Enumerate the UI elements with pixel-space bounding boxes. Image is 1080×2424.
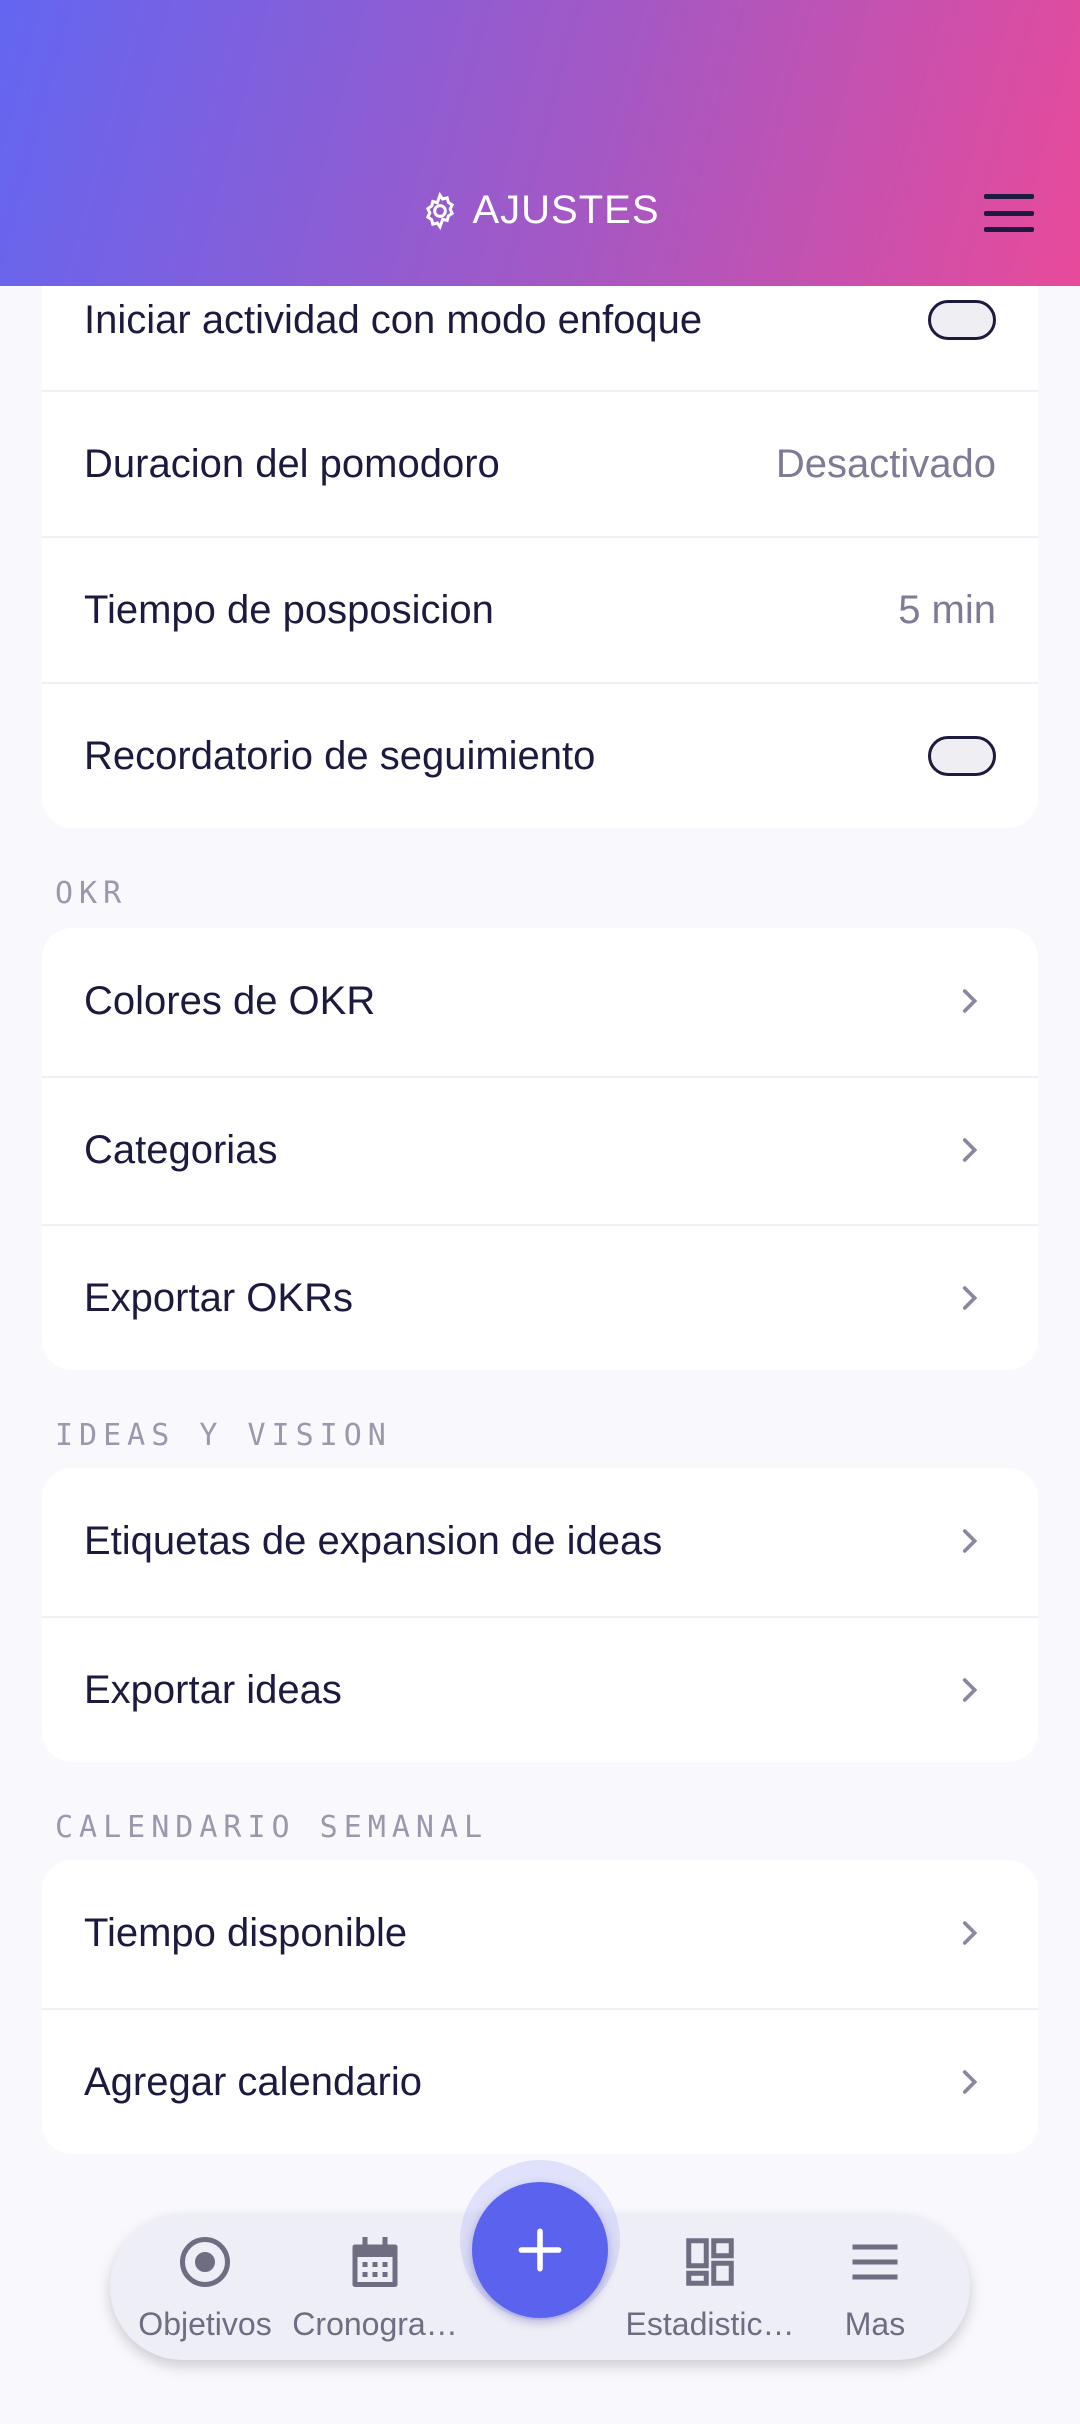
- followup-reminder-label: Recordatorio de seguimiento: [84, 733, 596, 778]
- focus-settings-list: Iniciar actividad con modo enfoque Durac…: [42, 250, 1038, 828]
- categories-label: Categorias: [84, 1127, 278, 1172]
- add-fab-button[interactable]: [472, 2182, 608, 2318]
- nav-item-objetivos[interactable]: Objetivos: [120, 2214, 290, 2360]
- page-title-text: AJUSTES: [472, 188, 660, 232]
- nav-item-mas[interactable]: Mas: [790, 2214, 960, 2360]
- gear-icon: [426, 191, 455, 230]
- followup-reminder-toggle[interactable]: [928, 736, 996, 776]
- plus-icon: [518, 2228, 562, 2272]
- target-icon: [180, 2237, 230, 2287]
- section-title-okr: OKR: [55, 876, 128, 911]
- nav-label-mas: Mas: [844, 2306, 906, 2342]
- ideas-settings-card: Etiquetas de expansion de ideas Exportar…: [42, 1468, 1038, 1762]
- chevron-right-icon: [962, 1138, 978, 1162]
- available-time-label: Tiempo disponible: [84, 1910, 408, 1955]
- calendar-settings-card: Tiempo disponible Agregar calendario: [42, 1860, 1038, 2154]
- okr-colors-label: Colores de OKR: [84, 978, 376, 1023]
- add-calendar-label: Agregar calendario: [84, 2059, 422, 2104]
- menu-icon: [852, 2244, 898, 2280]
- export-ideas-label: Exportar ideas: [84, 1667, 342, 1712]
- idea-tags-row[interactable]: Etiquetas de expansion de ideas: [42, 1468, 1038, 1614]
- section-title-ideas: IDEAS Y VISION: [55, 1418, 392, 1453]
- chevron-right-icon: [962, 2070, 978, 2094]
- export-okrs-label: Exportar OKRs: [84, 1275, 353, 1320]
- chevron-right-icon: [962, 1286, 978, 1310]
- snooze-time-label: Tiempo de posposicion: [84, 587, 494, 632]
- nav-item-cronograma[interactable]: Cronogra…: [290, 2214, 460, 2360]
- snooze-time-value: 5 min: [898, 587, 996, 632]
- app-header: AJUSTES: [0, 0, 1080, 286]
- export-ideas-row[interactable]: Exportar ideas: [42, 1616, 1038, 1762]
- dashboard-icon: [686, 2238, 734, 2286]
- add-calendar-row[interactable]: Agregar calendario: [42, 2008, 1038, 2154]
- okr-colors-row[interactable]: Colores de OKR: [42, 928, 1038, 1074]
- page-title: AJUSTES: [0, 188, 1080, 233]
- idea-tags-label: Etiquetas de expansion de ideas: [84, 1518, 663, 1563]
- chevron-right-icon: [962, 1921, 978, 1945]
- chevron-right-icon: [962, 989, 978, 1013]
- focus-mode-toggle[interactable]: [928, 300, 996, 340]
- okr-settings-card: Colores de OKR Categorias Exportar OKRs: [42, 928, 1038, 1370]
- nav-label-cronograma: Cronogra…: [292, 2306, 458, 2342]
- section-title-calendar: CALENDARIO SEMANAL: [55, 1810, 489, 1845]
- chevron-right-icon: [962, 1678, 978, 1702]
- followup-reminder-row[interactable]: Recordatorio de seguimiento: [42, 682, 1038, 828]
- pomodoro-duration-label: Duracion del pomodoro: [84, 441, 500, 486]
- hamburger-menu-icon[interactable]: [984, 194, 1034, 232]
- nav-label-estadisticas: Estadistic…: [625, 2306, 795, 2342]
- calendar-icon: [352, 2237, 398, 2287]
- focus-mode-label: Iniciar actividad con modo enfoque: [84, 297, 703, 342]
- categories-row[interactable]: Categorias: [42, 1076, 1038, 1222]
- pomodoro-duration-row[interactable]: Duracion del pomodoro Desactivado: [42, 390, 1038, 536]
- nav-item-estadisticas[interactable]: Estadistic…: [625, 2214, 795, 2360]
- pomodoro-duration-value: Desactivado: [775, 441, 996, 486]
- chevron-right-icon: [962, 1529, 978, 1553]
- nav-label-objetivos: Objetivos: [138, 2306, 272, 2342]
- snooze-time-row[interactable]: Tiempo de posposicion 5 min: [42, 536, 1038, 682]
- export-okrs-row[interactable]: Exportar OKRs: [42, 1224, 1038, 1370]
- available-time-row[interactable]: Tiempo disponible: [42, 1860, 1038, 2006]
